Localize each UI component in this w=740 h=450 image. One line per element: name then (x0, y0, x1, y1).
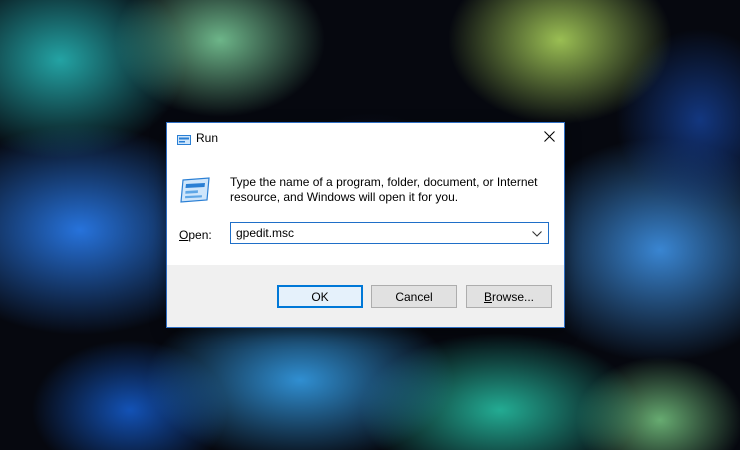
button-bar: OK Cancel Browse... (167, 265, 564, 327)
title-bar[interactable]: Run (167, 123, 564, 153)
dialog-title: Run (196, 131, 219, 145)
browse-mnemonic: B (483, 289, 492, 304)
close-button[interactable] (534, 123, 564, 153)
browse-button[interactable]: Browse... (466, 285, 552, 308)
open-combobox[interactable] (230, 222, 549, 244)
dialog-description: Type the name of a program, folder, docu… (230, 175, 538, 204)
run-icon (177, 132, 191, 145)
chevron-down-icon (532, 224, 542, 242)
open-label-mnemonic: O (179, 228, 189, 242)
run-dialog: Run Type the name of a program, folder, … (166, 122, 565, 328)
open-label: Open: (179, 228, 212, 242)
open-label-text: pen: (188, 228, 212, 242)
open-input[interactable] (231, 223, 526, 243)
dropdown-button[interactable] (528, 223, 546, 243)
browse-label: rowse... (492, 289, 535, 304)
cancel-button[interactable]: Cancel (371, 285, 457, 308)
close-icon (543, 129, 555, 147)
ok-button[interactable]: OK (277, 285, 363, 308)
run-icon (179, 176, 211, 204)
